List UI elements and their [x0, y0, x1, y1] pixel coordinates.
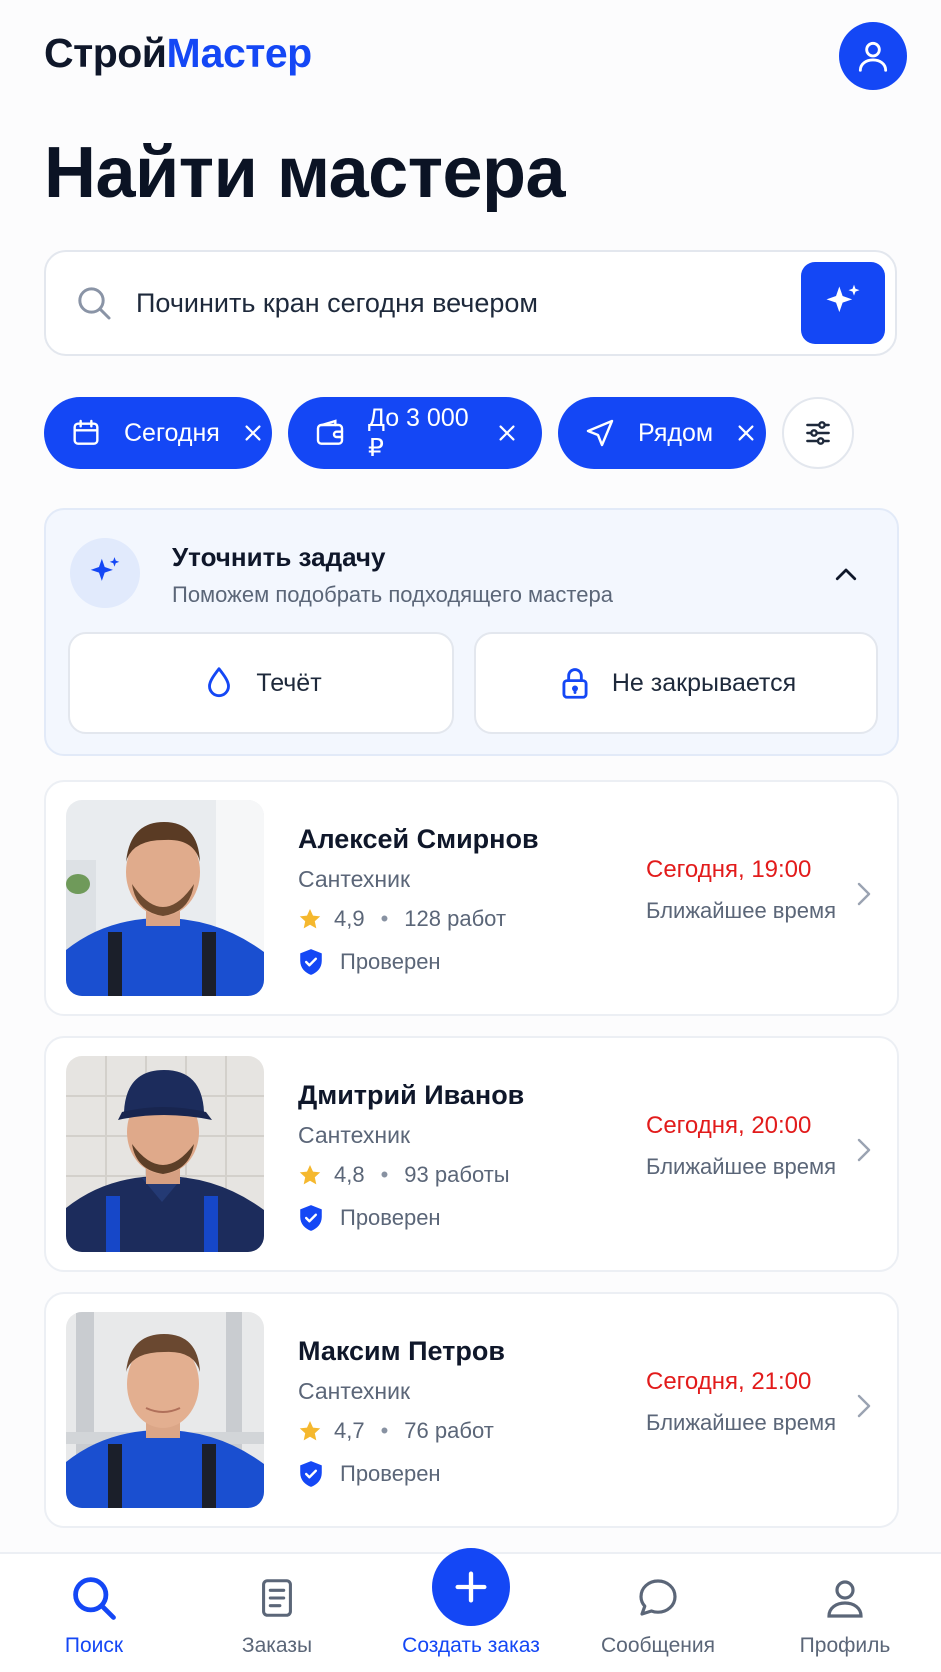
refine-task-panel: Уточнить задачу Поможем подобрать подход…	[44, 508, 899, 756]
chevron-up-icon[interactable]	[831, 560, 861, 590]
refine-subtitle: Поможем подобрать подходящего мастера	[172, 582, 613, 607]
user-icon	[819, 1572, 871, 1624]
verified-label: Проверен	[340, 949, 441, 974]
nav-label: Поиск	[64, 1634, 124, 1657]
calendar-icon	[70, 417, 102, 449]
rating-row: 4,8 • 93 работы	[298, 1162, 510, 1188]
sparkle-icon	[826, 284, 860, 313]
master-card[interactable]: Дмитрий Иванов Сантехник 4,8 • 93 работы…	[44, 1036, 899, 1272]
verified-label: Проверен	[340, 1461, 441, 1486]
nav-label: Профиль	[799, 1634, 891, 1657]
refine-title: Уточнить задачу	[172, 542, 386, 572]
master-rating: 4,9	[334, 906, 365, 931]
available-time: Сегодня, 20:00	[646, 1112, 812, 1139]
rating-row: 4,7 • 76 работ	[298, 1418, 494, 1444]
master-photo	[66, 800, 264, 996]
verified-row: Проверен	[298, 948, 441, 976]
star-icon	[298, 1163, 322, 1187]
chat-bubble-icon	[632, 1572, 684, 1624]
verified-label: Проверен	[340, 1205, 441, 1230]
verified-row: Проверен	[298, 1460, 441, 1488]
separator-dot: •	[380, 906, 389, 931]
master-profession: Сантехник	[298, 866, 411, 892]
available-time-label: Ближайшее время	[646, 1154, 836, 1179]
nav-label: Сообщения	[601, 1634, 715, 1657]
profile-avatar-button[interactable]	[839, 22, 907, 90]
chip-today[interactable]: Сегодня	[44, 397, 272, 469]
drop-icon	[200, 662, 238, 704]
shield-check-icon	[298, 1460, 324, 1488]
search-box[interactable]	[44, 250, 897, 356]
option-not-closing[interactable]: Не закрывается	[474, 632, 878, 734]
logo-part1: Строй	[44, 30, 167, 76]
location-arrow-icon	[584, 417, 616, 449]
sparkle-icon	[70, 538, 140, 608]
master-card[interactable]: Максим Петров Сантехник 4,7 • 76 работ П…	[44, 1292, 899, 1528]
rating-row: 4,9 • 128 работ	[298, 906, 506, 932]
separator-dot: •	[380, 1162, 389, 1187]
lock-icon	[556, 662, 594, 704]
star-icon	[298, 907, 322, 931]
star-icon	[298, 1419, 322, 1443]
app-logo: СтройМастер	[44, 30, 312, 77]
available-time-label: Ближайшее время	[646, 898, 836, 923]
master-photo	[66, 1056, 264, 1252]
master-profession: Сантехник	[298, 1378, 411, 1404]
chip-label: Сегодня	[124, 418, 220, 447]
close-icon[interactable]	[496, 422, 518, 444]
master-card[interactable]: Алексей Смирнов Сантехник 4,9 • 128 рабо…	[44, 780, 899, 1016]
separator-dot: •	[380, 1418, 389, 1443]
page-title: Найти мастера	[44, 133, 566, 213]
master-jobs: 128 работ	[404, 906, 507, 931]
option-label: Течёт	[256, 668, 322, 697]
master-rating: 4,7	[334, 1418, 365, 1443]
search-input[interactable]	[136, 287, 736, 319]
chevron-right-icon	[851, 878, 875, 910]
option-label: Не закрывается	[611, 668, 797, 697]
master-profession: Сантехник	[298, 1122, 411, 1148]
verified-row: Проверен	[298, 1204, 441, 1232]
chip-nearby[interactable]: Рядом	[558, 397, 766, 469]
user-icon	[858, 41, 888, 72]
master-name: Максим Петров	[298, 1336, 505, 1366]
bottom-nav: Поиск Заказы Создать заказ Сообщения Про…	[0, 1548, 941, 1672]
wallet-icon	[314, 417, 346, 449]
close-icon[interactable]	[242, 422, 264, 444]
master-rating: 4,8	[334, 1162, 365, 1187]
chevron-right-icon	[851, 1390, 875, 1422]
close-icon[interactable]	[735, 422, 757, 444]
sliders-icon	[806, 421, 830, 445]
app-screen: СтройМастер Найти мастера Сегодня	[0, 0, 941, 1672]
nav-label: Заказы	[241, 1634, 313, 1657]
filter-chips: Сегодня До 3 000 ₽ Рядом	[44, 397, 854, 469]
master-jobs: 93 работы	[404, 1162, 510, 1187]
logo-part2: Мастер	[166, 30, 312, 76]
chip-label: До 3 000 ₽	[368, 403, 469, 462]
master-name: Дмитрий Иванов	[298, 1080, 525, 1110]
shield-check-icon	[298, 1204, 324, 1232]
master-name: Алексей Смирнов	[298, 824, 539, 854]
available-time: Сегодня, 19:00	[646, 856, 812, 883]
shield-check-icon	[298, 948, 324, 976]
ai-search-button[interactable]	[801, 262, 885, 344]
available-time: Сегодня, 21:00	[646, 1368, 812, 1395]
search-icon	[78, 287, 111, 320]
search-icon	[68, 1572, 120, 1624]
document-icon	[251, 1572, 303, 1624]
chevron-right-icon	[851, 1134, 875, 1166]
master-jobs: 76 работ	[404, 1418, 494, 1443]
chip-budget[interactable]: До 3 000 ₽	[288, 397, 542, 469]
available-time-label: Ближайшее время	[646, 1410, 836, 1435]
nav-label: Создать заказ	[402, 1634, 540, 1657]
master-photo	[66, 1312, 264, 1508]
plus-icon[interactable]	[432, 1548, 510, 1626]
filters-settings-button[interactable]	[782, 397, 854, 469]
chip-label: Рядом	[638, 418, 714, 447]
option-leaking[interactable]: Течёт	[68, 632, 454, 734]
